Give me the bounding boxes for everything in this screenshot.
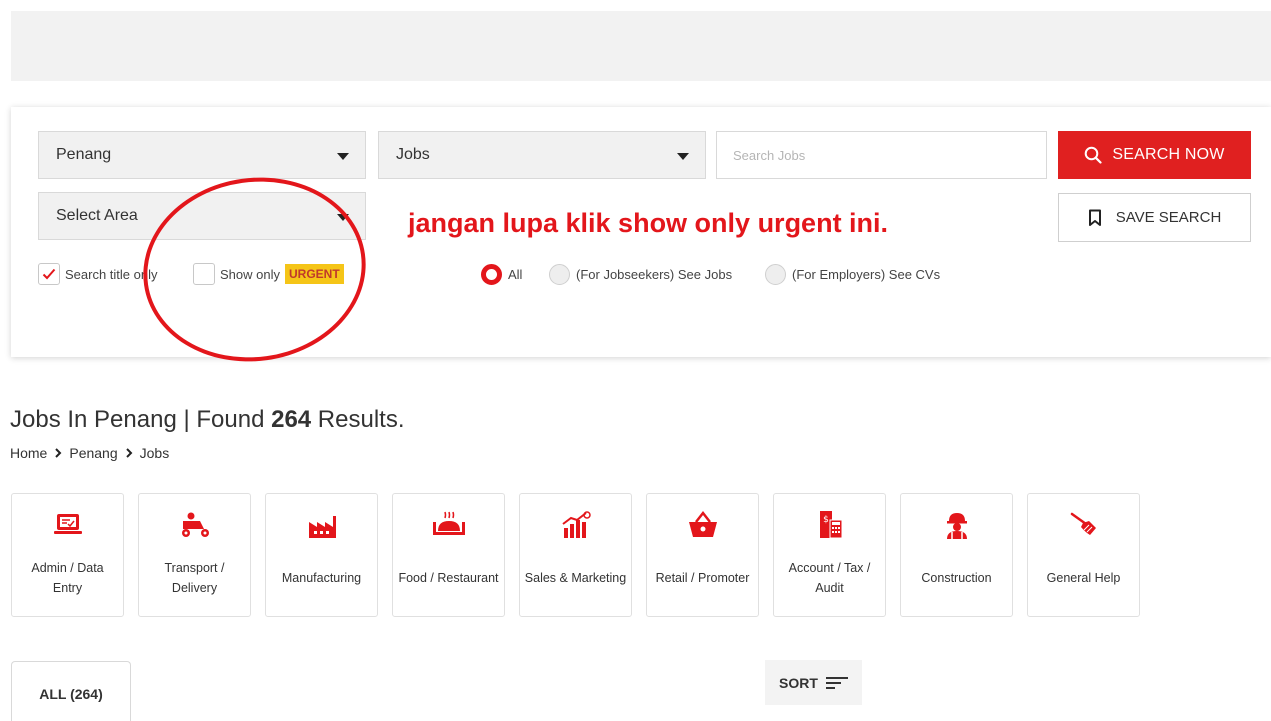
growth-chart-icon — [559, 508, 593, 542]
search-input[interactable] — [716, 131, 1047, 179]
breadcrumb-jobs: Jobs — [139, 445, 170, 461]
search-now-button[interactable]: SEARCH NOW — [1058, 131, 1251, 179]
annotation-text: jangan lupa klik show only urgent ini. — [408, 208, 889, 238]
page-title: Jobs In Penang | Found 264 Results. — [10, 406, 405, 434]
category-label: Retail / Promoter — [655, 571, 750, 585]
radio-all[interactable]: All — [481, 264, 522, 285]
area-select-value: Select Area — [56, 207, 138, 224]
checkbox-box[interactable] — [193, 263, 215, 285]
radio-button[interactable] — [549, 264, 570, 285]
radio-button[interactable] — [481, 264, 502, 285]
calculator-icon: $ — [813, 508, 847, 542]
category-construction[interactable]: Construction — [900, 493, 1013, 617]
chevron-right-icon — [125, 448, 133, 458]
search-icon — [1085, 146, 1102, 164]
broom-icon — [1067, 508, 1101, 542]
search-now-label: SEARCH NOW — [1112, 146, 1225, 163]
sort-label: SORT — [779, 674, 818, 691]
category-label: Sales & Marketing — [524, 571, 627, 585]
category-general-help[interactable]: General Help — [1027, 493, 1140, 617]
category-manufacturing[interactable]: Manufacturing — [265, 493, 378, 617]
checkbox-box[interactable] — [38, 263, 60, 285]
bookmark-icon — [1088, 209, 1101, 226]
area-select[interactable]: Select Area — [38, 192, 366, 240]
basket-icon — [686, 508, 720, 542]
category-label: General Help — [1046, 571, 1121, 585]
breadcrumb-penang[interactable]: Penang — [69, 445, 117, 461]
urgent-badge: URGENT — [284, 264, 344, 284]
chevron-right-icon — [55, 448, 62, 458]
chevron-down-icon — [677, 153, 689, 160]
category-label: Manufacturing — [281, 571, 362, 585]
worker-helmet-icon — [940, 508, 974, 542]
category-admin-data-entry[interactable]: Admin / Data Entry — [11, 493, 124, 617]
computer-icon — [51, 508, 85, 542]
sort-button[interactable]: SORT — [765, 660, 862, 705]
svg-text:$: $ — [823, 515, 829, 525]
search-title-only-label: Search title only — [65, 266, 158, 282]
state-select[interactable]: Penang — [38, 131, 366, 179]
save-search-button[interactable]: SAVE SEARCH — [1058, 193, 1251, 242]
scooter-icon — [178, 508, 212, 542]
tab-all[interactable]: ALL (264) — [11, 661, 131, 721]
type-select[interactable]: Jobs — [378, 131, 706, 179]
category-food-restaurant[interactable]: Food / Restaurant — [392, 493, 505, 617]
search-title-only-checkbox[interactable]: Search title only — [38, 263, 158, 285]
save-search-label: SAVE SEARCH — [1115, 209, 1222, 226]
chevron-down-icon — [337, 214, 349, 221]
title-suffix: Results. — [311, 406, 405, 433]
show-only-label: Show only — [220, 266, 280, 282]
category-transport-delivery[interactable]: Transport / Delivery — [138, 493, 251, 617]
breadcrumb-home[interactable]: Home — [10, 445, 47, 461]
radio-see-jobs[interactable]: (For Jobseekers) See Jobs — [549, 264, 732, 285]
radio-see-jobs-label: (For Jobseekers) See Jobs — [576, 267, 733, 282]
chevron-down-icon — [337, 153, 349, 160]
show-urgent-checkbox[interactable]: Show only URGENT — [193, 263, 344, 285]
category-label: Transport / Delivery — [164, 561, 225, 595]
radio-see-cvs-label: (For Employers) See CVs — [792, 267, 941, 282]
breadcrumb: Home Penang Jobs — [10, 445, 169, 461]
result-count: 264 — [271, 406, 312, 433]
category-retail-promoter[interactable]: Retail / Promoter — [646, 493, 759, 617]
factory-icon — [305, 508, 339, 542]
category-label: Account / Tax / Audit — [788, 561, 871, 595]
radio-button[interactable] — [765, 264, 786, 285]
category-label: Admin / Data Entry — [31, 561, 104, 595]
category-account-tax-audit[interactable]: $ Account / Tax / Audit — [773, 493, 886, 617]
category-label: Food / Restaurant — [398, 571, 499, 585]
food-tray-icon — [432, 508, 466, 542]
category-label: Construction — [921, 571, 992, 585]
title-prefix: Jobs In Penang | Found — [10, 406, 272, 433]
radio-all-label: All — [508, 267, 523, 282]
checkmark-icon — [42, 268, 56, 280]
category-list: Admin / Data Entry Transport / Delivery — [11, 493, 1140, 617]
sort-icon — [825, 676, 848, 689]
category-sales-marketing[interactable]: Sales & Marketing — [519, 493, 632, 617]
type-select-value: Jobs — [396, 146, 430, 163]
top-banner-area — [11, 11, 1271, 81]
state-select-value: Penang — [56, 146, 112, 163]
radio-see-cvs[interactable]: (For Employers) See CVs — [765, 264, 940, 285]
